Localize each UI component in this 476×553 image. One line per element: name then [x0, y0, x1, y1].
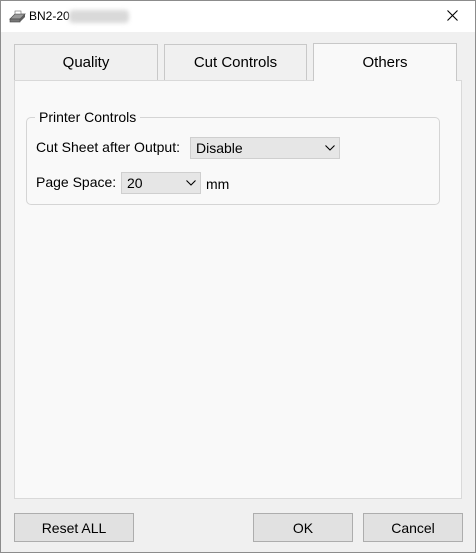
printer-icon	[9, 10, 27, 24]
tab-others[interactable]: Others	[313, 43, 457, 81]
cancel-label: Cancel	[391, 519, 435, 536]
printer-controls-group: Printer Controls	[26, 109, 440, 205]
tab-others-label: Others	[362, 54, 408, 71]
page-space-label: Page Space:	[36, 174, 117, 190]
page-space-select[interactable]: 20	[121, 172, 201, 194]
cut-sheet-value: Disable	[196, 140, 243, 156]
tab-cut-controls-label: Cut Controls	[193, 54, 278, 71]
ok-label: OK	[292, 519, 314, 536]
tab-quality-label: Quality	[62, 54, 110, 71]
reset-all-button[interactable]: Reset ALL	[14, 513, 134, 542]
reset-all-label: Reset ALL	[41, 519, 107, 536]
group-title: Printer Controls	[35, 109, 141, 125]
page-space-unit: mm	[206, 176, 230, 192]
cut-sheet-label: Cut Sheet after Output:	[36, 139, 180, 155]
cut-sheet-select[interactable]: Disable	[190, 137, 340, 159]
window-title: BN2-20	[29, 9, 70, 23]
tab-panel-others: Printer Controls Cut Sheet after Output:…	[14, 80, 462, 499]
chevron-down-icon	[321, 137, 339, 159]
tab-quality[interactable]: Quality	[14, 44, 158, 80]
tab-cut-controls[interactable]: Cut Controls	[164, 44, 307, 80]
close-icon	[446, 8, 458, 26]
close-button[interactable]	[429, 1, 475, 32]
redacted-title-text	[69, 10, 129, 23]
cancel-button[interactable]: Cancel	[363, 513, 463, 542]
title-bar: BN2-20	[1, 1, 475, 32]
chevron-down-icon	[182, 172, 200, 194]
ok-button[interactable]: OK	[253, 513, 353, 542]
page-space-value: 20	[127, 175, 143, 191]
printer-settings-window: BN2-20 Quality Cut Controls Others Print…	[0, 0, 476, 553]
